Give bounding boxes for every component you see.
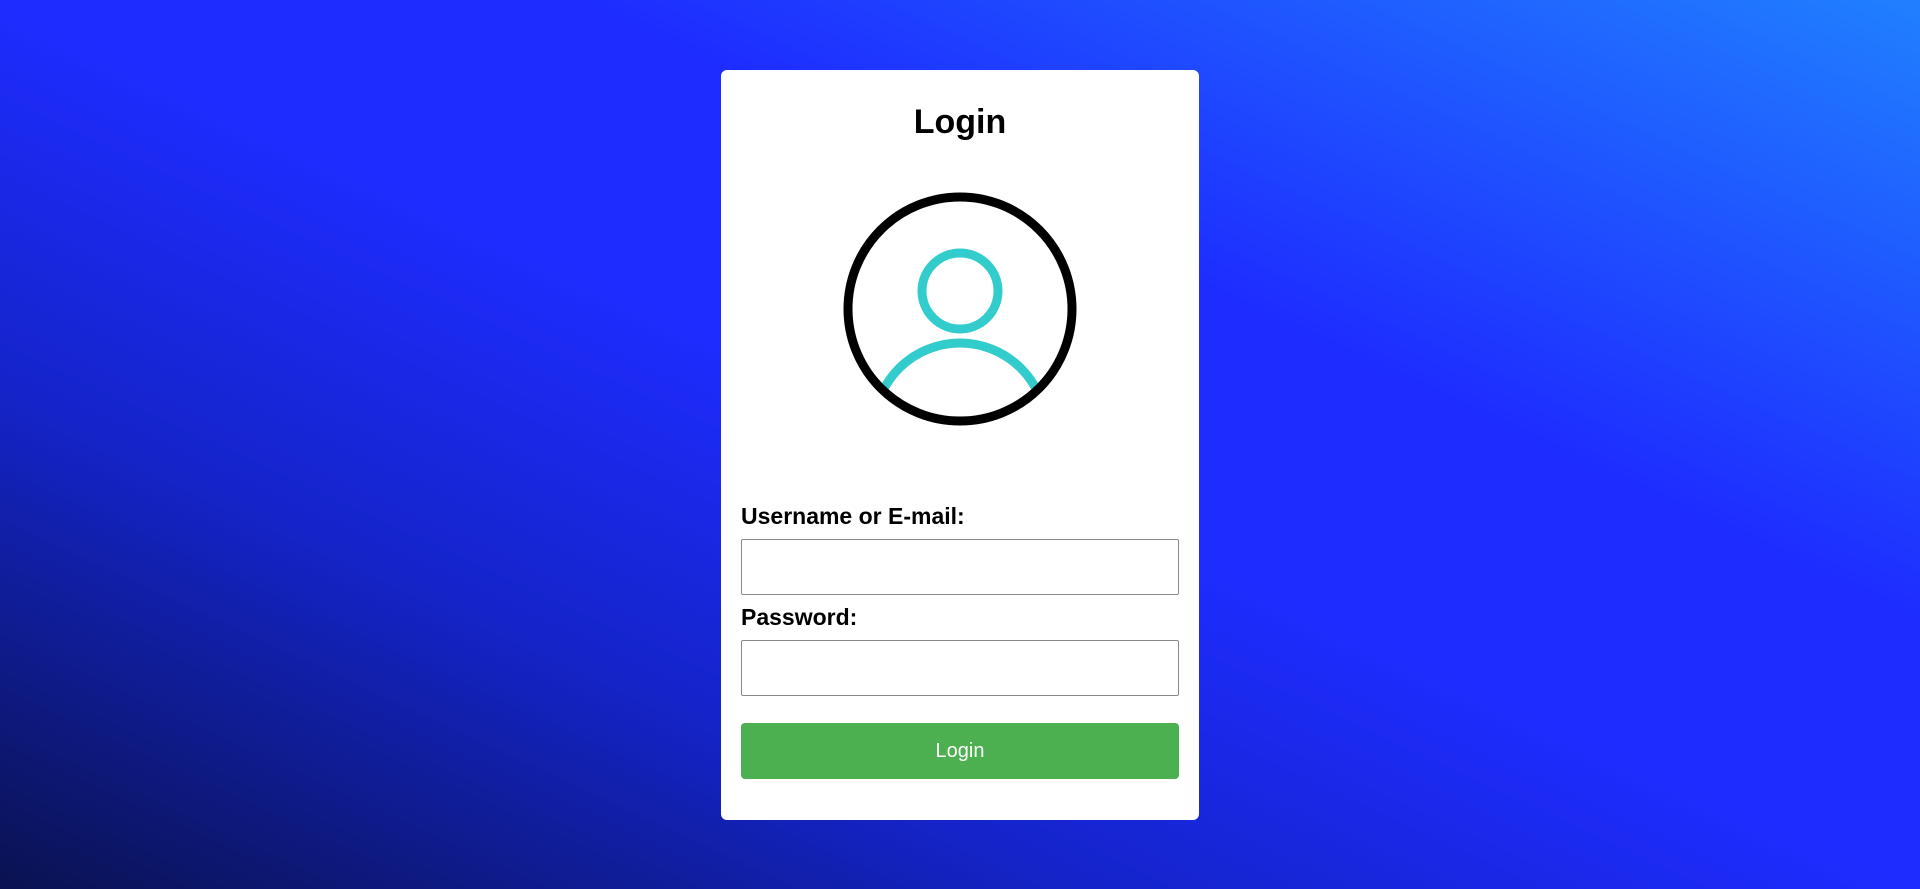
username-input[interactable]: [741, 539, 1179, 595]
login-card: Login Username or E-mail: Password: Logi…: [721, 70, 1199, 820]
avatar-body-shape: [869, 338, 1051, 420]
user-avatar-icon: [843, 192, 1077, 426]
avatar-head-shape: [917, 248, 1003, 334]
avatar-ring-shape: [843, 192, 1077, 426]
password-label: Password:: [741, 604, 858, 630]
username-label: Username or E-mail:: [741, 503, 965, 529]
login-title: Login: [913, 103, 1007, 141]
login-button[interactable]: Login: [741, 723, 1179, 779]
password-input[interactable]: [741, 640, 1179, 696]
